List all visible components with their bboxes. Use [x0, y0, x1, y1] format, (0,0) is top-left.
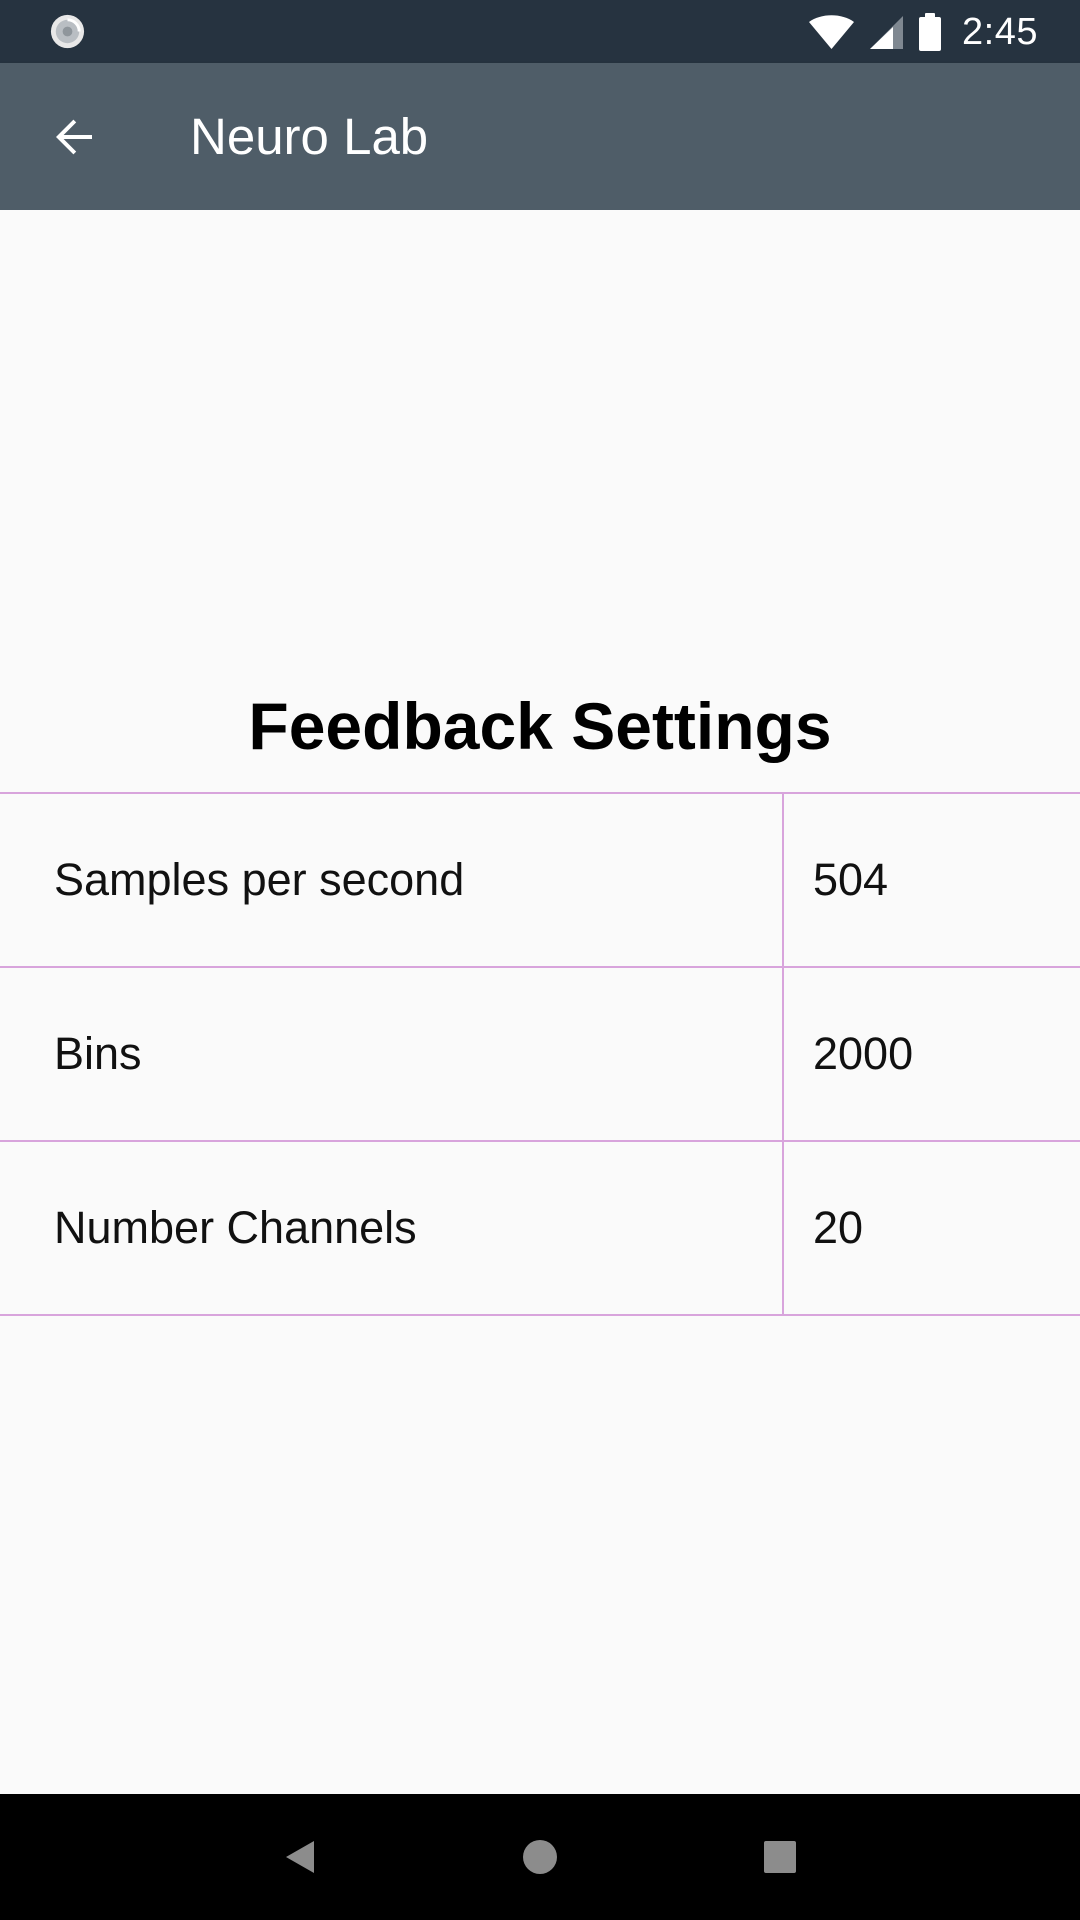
settings-row-number-channels: Number Channels 20: [0, 1142, 1080, 1316]
sync-icon: [50, 14, 85, 49]
nav-back-icon: [286, 1841, 314, 1873]
status-bar: 2:45: [0, 0, 1080, 63]
app-bar: Neuro Lab: [0, 63, 1080, 210]
samples-per-second-value[interactable]: 504: [784, 794, 1080, 966]
cell-signal-icon: [870, 15, 904, 49]
feedback-settings-title: Feedback Settings: [248, 689, 832, 763]
nav-recents-button[interactable]: [730, 1807, 830, 1907]
navigation-bar: [0, 1794, 1080, 1920]
nav-home-button[interactable]: [490, 1807, 590, 1907]
arrow-back-icon: [56, 119, 92, 154]
number-channels-value[interactable]: 20: [784, 1142, 1080, 1314]
app-title: Neuro Lab: [190, 108, 429, 165]
status-time: 2:45: [962, 10, 1038, 53]
back-button[interactable]: [26, 89, 122, 185]
status-right: 2:45: [808, 12, 1038, 52]
settings-label: Samples per second: [0, 794, 784, 966]
settings-label: Number Channels: [0, 1142, 784, 1314]
nav-back-button[interactable]: [250, 1807, 350, 1907]
bins-value[interactable]: 2000: [784, 968, 1080, 1140]
nav-home-icon: [523, 1840, 557, 1874]
screen: 2:45 Neuro Lab Feedback Settings Samples…: [0, 0, 1080, 1920]
settings-label: Bins: [0, 968, 784, 1140]
battery-icon: [919, 12, 942, 51]
status-left: [48, 12, 87, 51]
nav-recents-icon: [764, 1841, 796, 1873]
settings-row-bins: Bins 2000: [0, 968, 1080, 1142]
feedback-settings-table: Samples per second 504 Bins 2000 Number …: [0, 792, 1080, 1316]
main-content: Feedback Settings Samples per second 504…: [0, 210, 1080, 1794]
wifi-icon: [809, 14, 855, 49]
settings-row-samples-per-second: Samples per second 504: [0, 794, 1080, 968]
